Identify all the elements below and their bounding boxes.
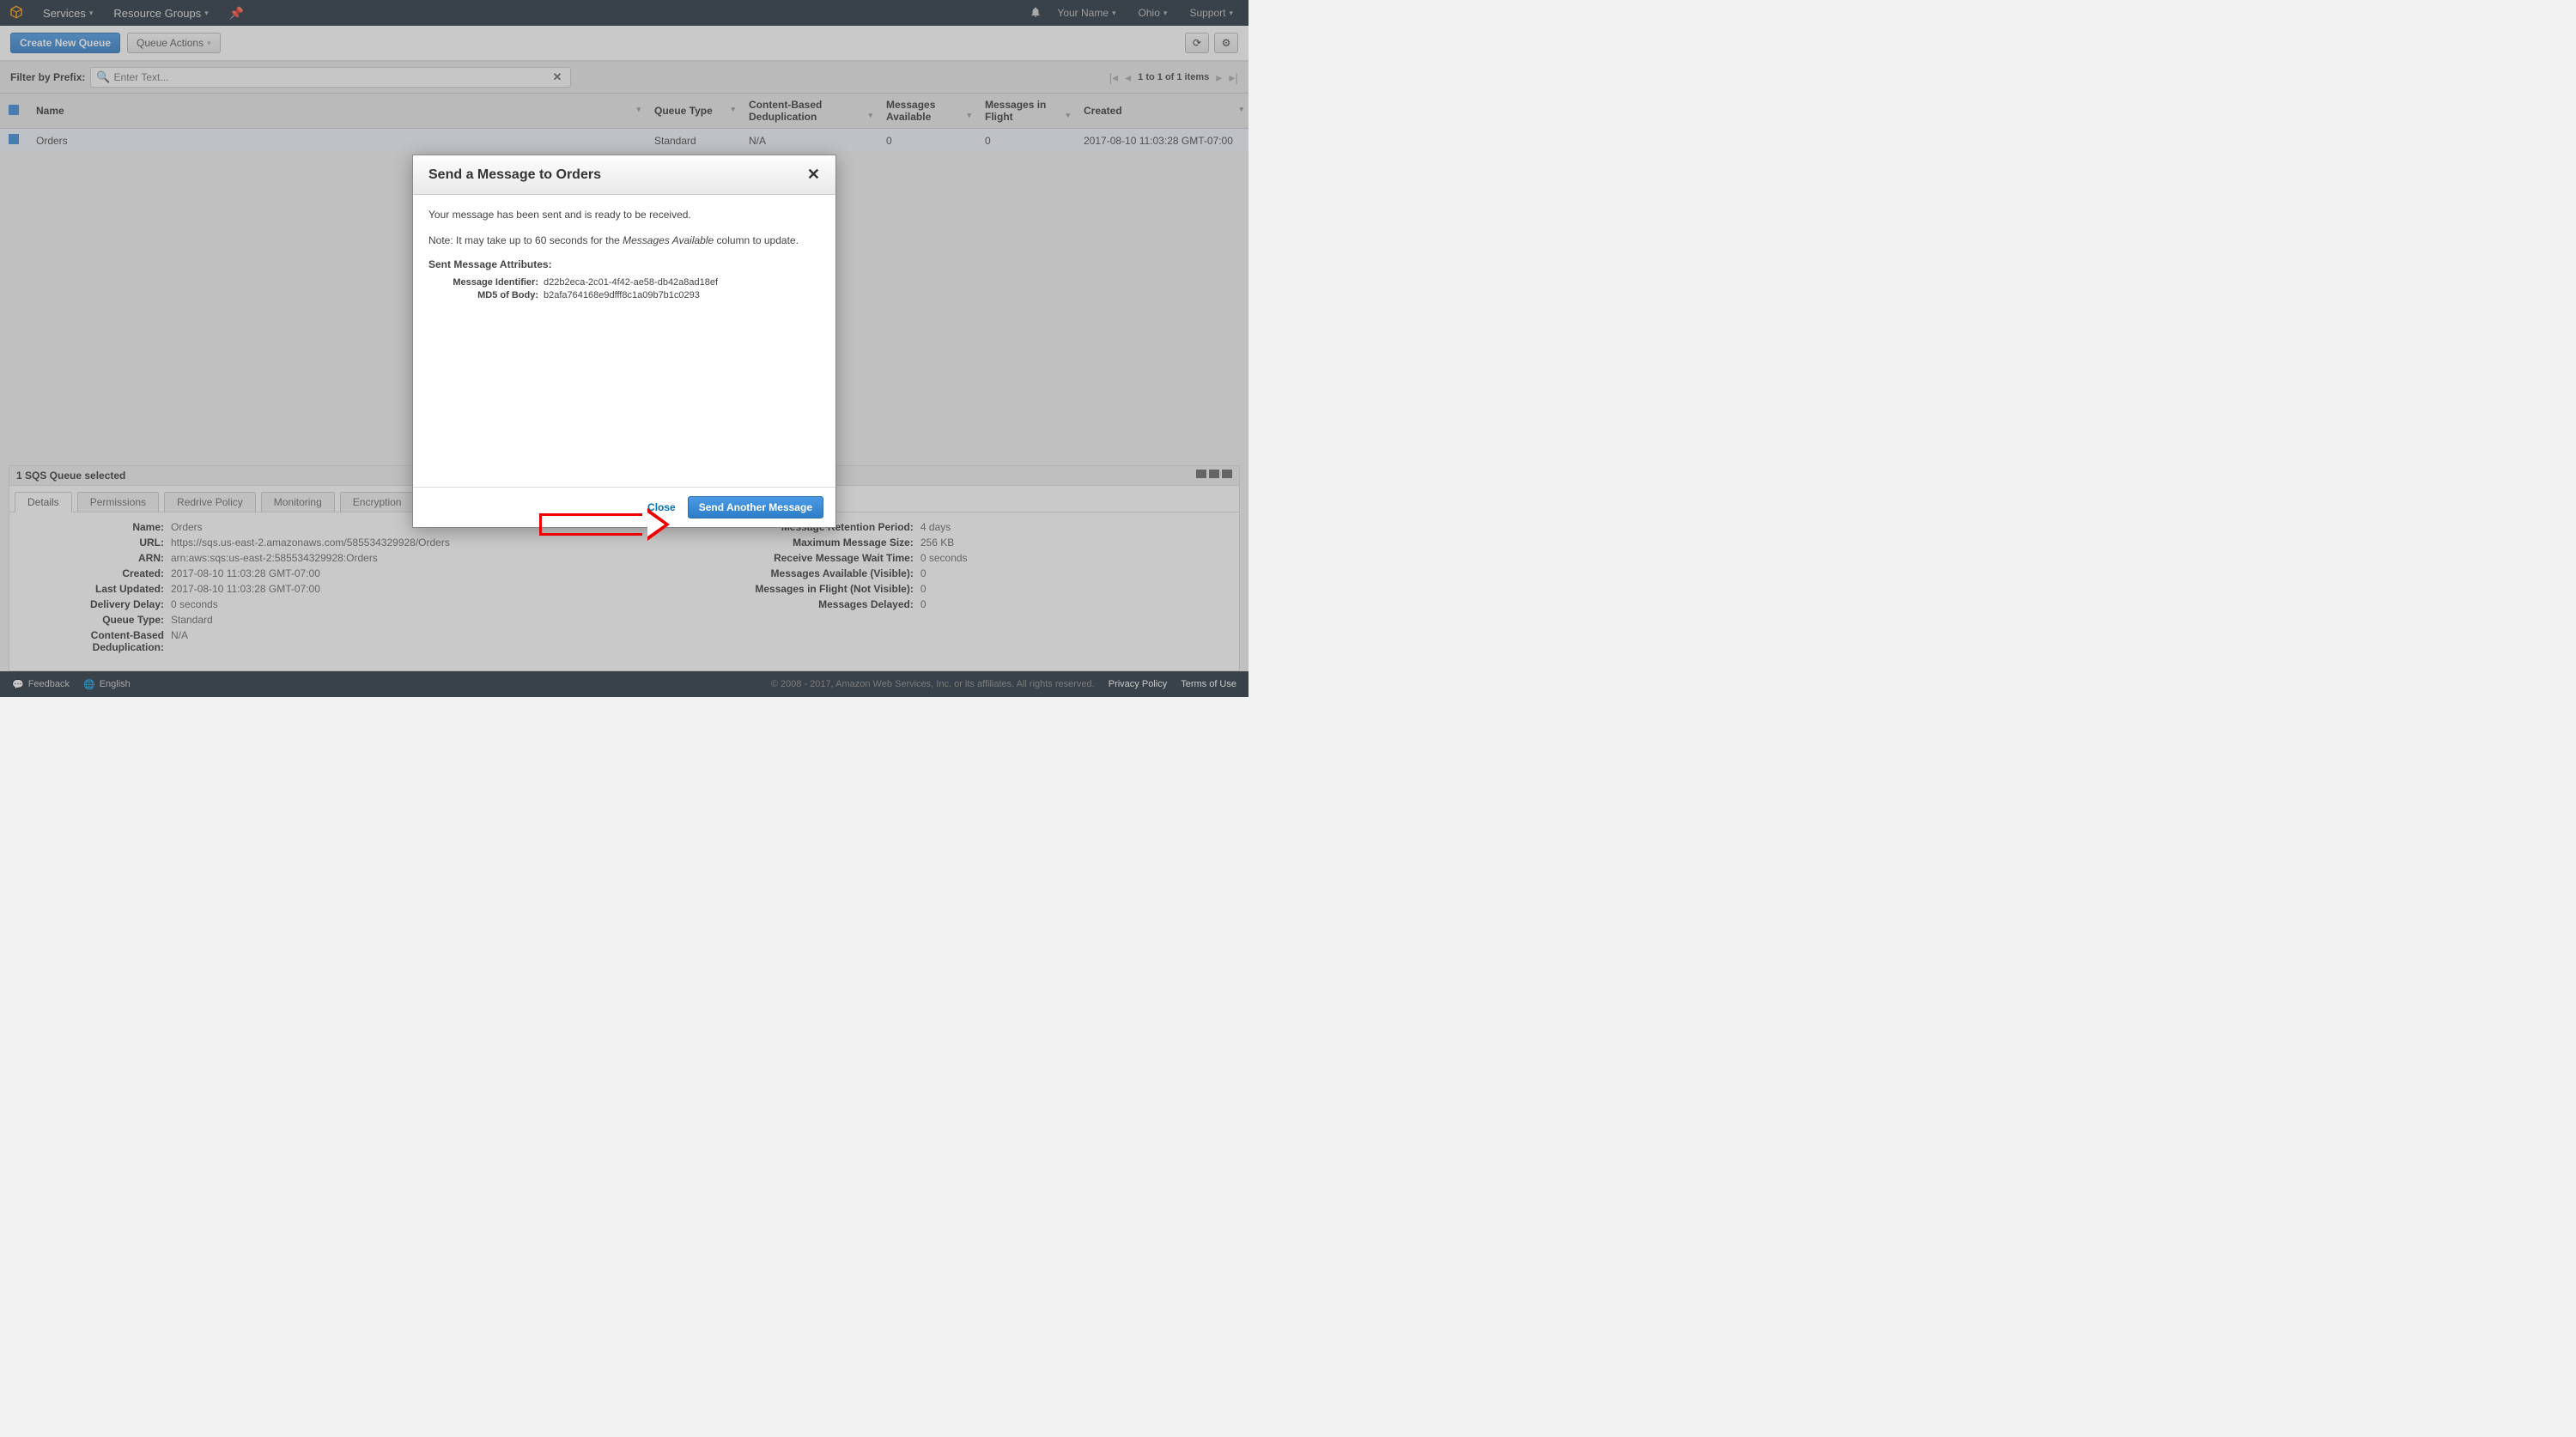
modal-close-button[interactable]: ✕	[807, 166, 820, 184]
modal-sent-text: Your message has been sent and is ready …	[428, 207, 820, 222]
modal-title: Send a Message to Orders	[428, 167, 601, 183]
send-message-modal: Send a Message to Orders ✕ Your message …	[412, 155, 836, 528]
attr-message-id: Message Identifier: d22b2eca-2c01-4f42-a…	[435, 277, 820, 288]
modal-note: Note: It may take up to 60 seconds for t…	[428, 233, 820, 248]
attr-md5: MD5 of Body: b2afa764168e9dfff8c1a09b7b1…	[435, 290, 820, 300]
send-another-button[interactable]: Send Another Message	[688, 496, 823, 518]
sent-attrs-title: Sent Message Attributes:	[428, 258, 820, 270]
modal-close-link[interactable]: Close	[647, 501, 676, 513]
